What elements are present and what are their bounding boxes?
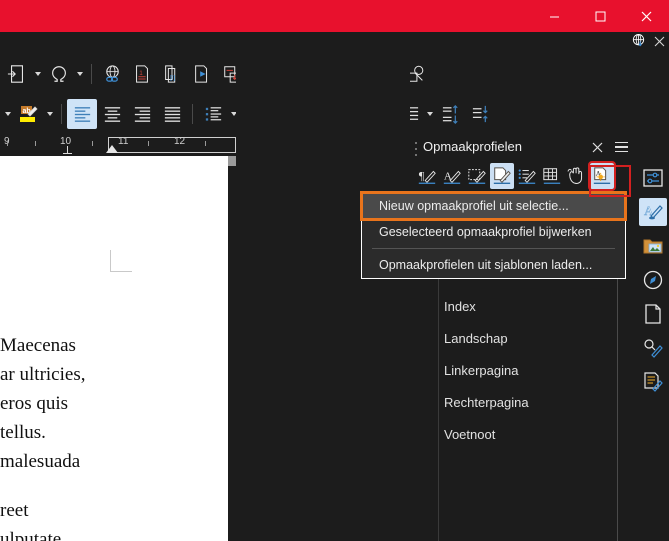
maximize-button[interactable]: [577, 0, 623, 32]
menu-separator: [372, 248, 615, 249]
minimize-button[interactable]: [531, 0, 577, 32]
insert-special-character-caret[interactable]: [74, 59, 86, 89]
align-right-button[interactable]: [127, 99, 157, 129]
sidebar-tab-style-inspector[interactable]: [639, 334, 667, 362]
list-item[interactable]: Linkerpagina: [410, 354, 628, 386]
align-center-button[interactable]: [97, 99, 127, 129]
workspace-background: [236, 54, 410, 541]
doc-line: Maecenas: [0, 335, 76, 356]
new-style-from-selection-button[interactable]: A: [588, 161, 616, 191]
font-color-caret[interactable]: [2, 99, 14, 129]
sidebar-tab-gallery[interactable]: [639, 232, 667, 260]
insert-bookmark-button[interactable]: [187, 59, 217, 89]
document-vertical-scrollbar[interactable]: [228, 156, 236, 541]
list-styles-button[interactable]: [515, 163, 539, 189]
text-boundary-corner: [110, 250, 132, 272]
doc-line: malesuada: [0, 451, 81, 472]
doc-line: ar ultricies,: [0, 364, 86, 385]
menu-item-load-styles-from-template[interactable]: Opmaakprofielen uit sjablonen laden...: [362, 252, 625, 278]
doc-line: ulputate: [0, 529, 62, 541]
sidebar-tab-manage-changes[interactable]: [639, 368, 667, 396]
title-bar: [0, 0, 669, 32]
frame-styles-button[interactable]: [465, 163, 489, 189]
application-window: 1 [i] ab 10 11 12 Maecenas ar ultricies,…: [0, 0, 669, 541]
menu-item-label: Geselecteerd opmaakprofiel bijwerken: [379, 225, 592, 239]
top-strip-right-group: [631, 32, 665, 54]
ruler-indent-marker[interactable]: [106, 145, 118, 153]
sidebar-tab-page[interactable]: [639, 300, 667, 328]
doc-line: eros quis: [0, 393, 69, 414]
doc-line: reet: [0, 500, 29, 521]
document-canvas[interactable]: Maecenas ar ultricies, eros quis tellus.…: [0, 156, 236, 541]
insert-field-caret[interactable]: [32, 59, 44, 89]
new-style-dropdown-menu: Nieuw opmaakprofiel uit selectie... Gese…: [360, 191, 627, 279]
doc-line: tellus.: [0, 422, 46, 443]
menu-item-label: Opmaakprofielen uit sjablonen laden...: [379, 258, 593, 272]
list-item[interactable]: Landschap: [410, 322, 628, 354]
ruler-tab-stop[interactable]: [63, 146, 72, 154]
highlighting-color-caret[interactable]: [44, 99, 56, 129]
style-category-toolbar: ¶ A A: [410, 160, 636, 192]
sidebar-tab-navigator[interactable]: [639, 266, 667, 294]
sidebar-tab-properties[interactable]: [639, 164, 667, 192]
page-styles-button[interactable]: [490, 163, 514, 189]
align-justified-button[interactable]: [157, 99, 187, 129]
line-spacing-caret[interactable]: [424, 99, 436, 129]
toolbar-separator: [91, 64, 92, 84]
highlighting-color-button[interactable]: ab: [14, 99, 44, 129]
menu-item-label: Nieuw opmaakprofiel uit selectie...: [379, 199, 569, 213]
drag-grip-icon[interactable]: [413, 142, 419, 156]
svg-text:[i]: [i]: [170, 74, 175, 81]
svg-text:¶: ¶: [419, 169, 425, 183]
list-item[interactable]: Voetnoot: [410, 418, 628, 450]
menu-item-new-style-from-selection[interactable]: Nieuw opmaakprofiel uit selectie...: [360, 191, 627, 221]
close-button[interactable]: [623, 0, 669, 32]
align-left-button[interactable]: [67, 99, 97, 129]
ruler-number: 11: [118, 136, 129, 147]
svg-text:A: A: [644, 203, 654, 218]
hamburger-menu-icon[interactable]: [612, 138, 630, 156]
insert-hyperlink-button[interactable]: [97, 59, 127, 89]
document-page[interactable]: Maecenas ar ultricies, eros quis tellus.…: [0, 156, 228, 541]
toolbar-separator: [192, 104, 193, 124]
list-item[interactable]: Index: [410, 290, 628, 322]
insert-footnote-button[interactable]: 1: [127, 59, 157, 89]
paragraph-styles-button[interactable]: ¶: [415, 163, 439, 189]
window-controls: [531, 0, 669, 32]
insert-endnote-button[interactable]: [i]: [157, 59, 187, 89]
top-strip: [0, 32, 669, 54]
svg-text:1: 1: [139, 70, 143, 77]
insert-field-button[interactable]: [2, 59, 32, 89]
character-styles-button[interactable]: A: [440, 163, 464, 189]
document-text[interactable]: Maecenas ar ultricies, eros quis tellus.…: [0, 331, 228, 541]
decrease-paragraph-spacing-button[interactable]: [466, 99, 496, 129]
close-icon[interactable]: [588, 138, 606, 156]
close-icon[interactable]: [654, 34, 665, 52]
menu-item-update-selected-style[interactable]: Geselecteerd opmaakprofiel bijwerken: [362, 219, 625, 245]
table-styles-button[interactable]: [540, 163, 564, 189]
paragraph-spacing-button[interactable]: [436, 99, 466, 129]
horizontal-ruler[interactable]: 9 10 11 12: [0, 134, 236, 156]
sidebar-tab-styles[interactable]: A: [638, 198, 667, 226]
scrollbar-thumb[interactable]: [228, 156, 236, 166]
insert-special-character-button[interactable]: [44, 59, 74, 89]
list-item[interactable]: Rechterpagina: [410, 386, 628, 418]
fill-format-mode-button[interactable]: [565, 163, 589, 189]
load-url-globe-icon[interactable]: [631, 33, 646, 53]
toolbar-separator: [61, 104, 62, 124]
deck-title: Opmaakprofielen: [423, 139, 522, 154]
unordered-list-button[interactable]: [198, 99, 228, 129]
sidebar-tab-bar: A: [636, 54, 669, 541]
ruler-number: 12: [174, 136, 186, 147]
